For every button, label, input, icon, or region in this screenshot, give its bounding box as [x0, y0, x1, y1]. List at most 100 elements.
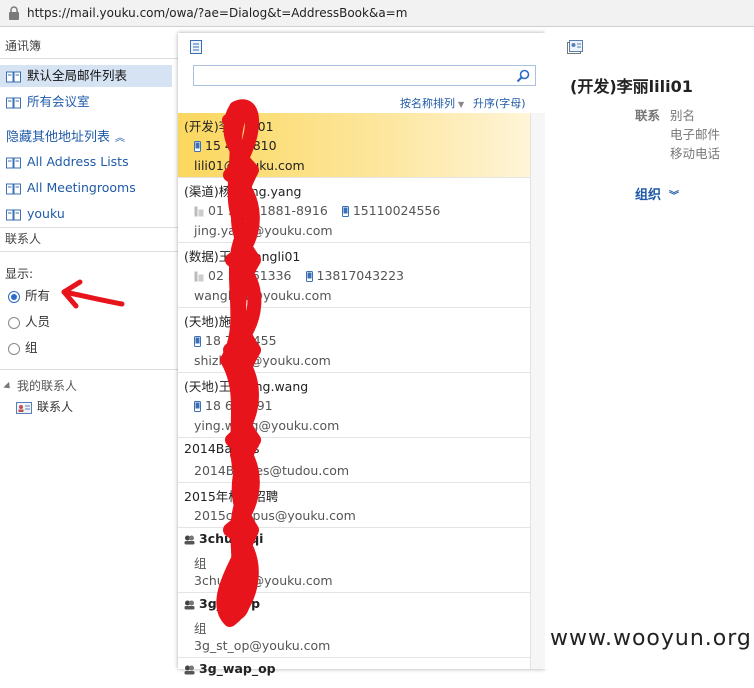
organization-section-toggle[interactable]: 组织 ︾: [635, 184, 679, 203]
address-book-icon: [6, 97, 21, 108]
contact-email: wangli01@youku.com: [194, 288, 332, 303]
nav-item-label: 默认全局邮件列表: [27, 68, 128, 83]
contact-name: 2014Battles: [184, 441, 260, 456]
hide-other-lists-label: 隐藏其他地址列表: [6, 130, 111, 145]
office-number: 02 35961336: [208, 268, 292, 283]
left-pane: 通讯簿 默认全局邮件列表 所有会议室 隐藏其他地址列表 ︽ All Address…: [0, 27, 178, 669]
contact-list-item[interactable]: 3chuanqi 组 3chuanqi@youku.com: [178, 528, 530, 593]
contact-phones: 02 35961336 13817043223: [194, 268, 404, 283]
address-book-icon: [6, 209, 21, 220]
nav-item-youku[interactable]: youku: [0, 203, 172, 225]
list-scrollbar[interactable]: [530, 113, 546, 669]
filter-groups-radio[interactable]: 组: [8, 338, 38, 358]
filter-label: 人员: [25, 314, 51, 329]
mobile-phone-icon: [194, 401, 201, 412]
hide-other-lists-link[interactable]: 隐藏其他地址列表 ︽: [6, 126, 125, 145]
contact-name: (天地)王莹ying.wang: [184, 379, 309, 394]
contact-list-item[interactable]: (天地)施忠 18 7 85455 shizhong@youku.com: [178, 308, 530, 373]
mobile-phone-icon: [194, 336, 201, 347]
contact-list: (开发)李丽lili01 15 4 08810 lili01@youku.com…: [178, 113, 530, 688]
contact-list-item[interactable]: (开发)李丽lili01 15 4 08810 lili01@youku.com: [178, 113, 530, 178]
nav-item-global-address-list[interactable]: 默认全局邮件列表: [0, 65, 172, 87]
browser-address-bar[interactable]: https://mail.youku.com/owa/?ae=Dialog&t=…: [0, 0, 754, 27]
mobile-number: 18 621891: [205, 398, 273, 413]
field-alias-label: 别名: [670, 108, 696, 123]
contact-name: (数据)王莉wangli01: [184, 249, 301, 264]
url-text[interactable]: https://mail.youku.com/owa/?ae=Dialog&t=…: [27, 6, 407, 20]
sort-order-toggle[interactable]: 升序(字母): [473, 95, 526, 111]
mobile-phone-icon: [194, 141, 201, 152]
group-icon: [184, 665, 195, 674]
mobile-number: 15 4 08810: [205, 138, 277, 153]
office-number: 01 58851881-8916: [208, 203, 328, 218]
nav-item-label: youku: [27, 206, 65, 221]
contact-email: 2014Battles@tudou.com: [194, 463, 350, 478]
my-contacts-label: 我的联系人: [17, 379, 78, 393]
address-book-icon: [190, 40, 202, 54]
results-pane: 按名称排列 ▼ 升序(字母) (开发)李丽lili01 15 4 08810 li…: [178, 33, 546, 676]
contact-phones: 01 58851881-8916 15110024556: [194, 203, 440, 218]
contact-name: (渠道)杨晶jing.yang: [184, 184, 302, 199]
search-box[interactable]: [193, 65, 536, 86]
field-mobile-label: 移动电话: [670, 146, 721, 161]
office-phone-icon: [194, 206, 204, 217]
group-icon: [184, 600, 195, 609]
contact-list-item[interactable]: (渠道)杨晶jing.yang 01 58851881-8916 15110024…: [178, 178, 530, 243]
contact-email: ying.wang@youku.com: [194, 418, 340, 433]
my-contacts-tree[interactable]: 我的联系人: [3, 377, 78, 394]
sort-by-label: 按名称排列: [400, 97, 455, 110]
contact-list-item[interactable]: 2015年校园招聘 2015campus@youku.com: [178, 483, 530, 528]
org-label: 组织: [635, 188, 662, 203]
nav-item-label: All Meetingrooms: [27, 180, 136, 195]
group-type: 组: [194, 556, 207, 571]
field-email-label: 电子邮件: [670, 127, 721, 142]
contact-phones: 15 4 08810: [194, 138, 277, 153]
contact-name: (开发)李丽lili01: [184, 119, 274, 134]
mobile-phone-icon: [341, 206, 349, 217]
address-book-icon: [6, 183, 21, 194]
contact-email: 3g_st_op@youku.com: [194, 638, 331, 653]
group-icon: [184, 535, 195, 544]
mobile-number: 13817043223: [316, 268, 404, 283]
address-book-icon: [6, 157, 21, 168]
contact-phones: 18 7 85455: [194, 333, 277, 348]
radio-unchecked[interactable]: [8, 342, 20, 355]
radio-checked[interactable]: [8, 290, 20, 303]
nav-item-all-address-lists[interactable]: All Address Lists: [0, 151, 172, 173]
expand-triangle-icon[interactable]: [3, 381, 13, 392]
contact-list-item[interactable]: 2014Battles 2014Battles@tudou.com: [178, 438, 530, 483]
search-icon[interactable]: [515, 68, 531, 84]
divider: [0, 251, 178, 252]
nav-item-all-rooms[interactable]: 所有会议室: [0, 91, 172, 113]
collapse-icon: ︽: [115, 133, 126, 144]
office-phone-icon: [194, 271, 204, 282]
mobile-phone-icon: [305, 271, 313, 282]
nav-item-label: 所有会议室: [27, 94, 90, 109]
contacts-folder[interactable]: 联系人: [16, 398, 73, 415]
filter-people-radio[interactable]: 人员: [8, 312, 50, 332]
contact-email: jing.yang@youku.com: [194, 223, 333, 238]
contact-name: (天地)施忠: [184, 314, 244, 329]
contact-list-item[interactable]: 3g_wap_op: [178, 658, 530, 688]
radio-unchecked[interactable]: [8, 316, 20, 329]
search-input[interactable]: [194, 66, 502, 85]
filter-all-radio[interactable]: 所有: [8, 286, 50, 306]
group-name: 3chuanqi: [184, 531, 263, 546]
mobile-number: 15110024556: [352, 203, 441, 218]
contact-list-item[interactable]: (天地)王莹ying.wang 18 621891 ying.wang@youk…: [178, 373, 530, 438]
chevron-down-icon: ▼: [458, 100, 465, 109]
address-book-icon: [6, 71, 21, 82]
contact-list-item[interactable]: 3g_st_op 组 3g_st_op@youku.com: [178, 593, 530, 658]
contacts-card-icon: [16, 401, 32, 414]
sort-by-dropdown[interactable]: 按名称排列 ▼: [400, 95, 464, 111]
nav-item-all-meetingrooms[interactable]: All Meetingrooms: [0, 177, 172, 199]
contact-list-item[interactable]: (数据)王莉wangli01 02 35961336 13817043223 wa…: [178, 243, 530, 308]
contact-display-name: (开发)李丽lili01: [570, 77, 693, 96]
group-name: 3g_st_op: [184, 596, 260, 611]
nav-item-label: All Address Lists: [27, 154, 129, 169]
group-name-text: 3g_st_op: [199, 596, 261, 611]
contact-phones: 18 621891: [194, 398, 273, 413]
lock-icon: [9, 6, 19, 20]
group-name-text: 3chuanqi: [199, 531, 264, 546]
filter-label: 所有: [25, 288, 51, 303]
